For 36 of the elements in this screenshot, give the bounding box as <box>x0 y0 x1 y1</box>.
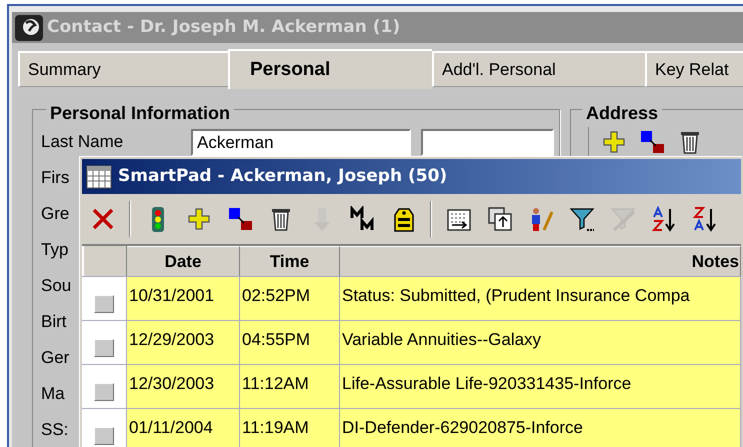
documents-icon <box>486 206 512 232</box>
table-cell: 11:19AM <box>240 409 340 447</box>
sort-descending-icon <box>692 206 718 232</box>
tab[interactable]: Personal <box>228 49 432 89</box>
field-label: SS: <box>41 420 68 439</box>
tab[interactable]: Add'l. Personal <box>432 51 645 87</box>
field-label: Birt <box>41 312 66 331</box>
window-title: Contact - Dr. Joseph M. Ackerman (1) <box>47 16 400 39</box>
row-checkbox[interactable] <box>94 294 114 312</box>
filter-off-icon <box>610 206 636 232</box>
field-label: Ger <box>41 348 70 367</box>
field-label: Ma <box>41 384 65 403</box>
field-label: Last Name <box>41 132 124 151</box>
table-cell: 01/11/2004 <box>127 409 240 447</box>
field-label: Sou <box>41 276 72 295</box>
window-title: SmartPad - Ackerman, Joseph (50) <box>118 164 448 188</box>
table-cell: DI-Defender-629020875-Inforce <box>340 409 741 447</box>
plus-icon <box>601 129 627 155</box>
row-checkbox[interactable] <box>94 426 114 444</box>
grid-icon <box>86 164 112 188</box>
row-checkbox[interactable] <box>94 382 114 400</box>
field-label: Gre <box>41 204 70 223</box>
tab[interactable]: Key Relat <box>645 51 743 87</box>
row-checkbox[interactable] <box>94 338 114 356</box>
filter-icon <box>568 206 594 232</box>
plus-icon <box>186 206 212 232</box>
squares-icon <box>226 206 252 232</box>
field-label: Typ <box>41 240 68 259</box>
squares-icon <box>639 129 665 155</box>
merge-icon <box>350 206 376 232</box>
input-field[interactable] <box>421 128 554 156</box>
field-label: Firs <box>41 168 70 187</box>
contact-icon <box>14 14 44 42</box>
input-field[interactable]: Ackerman <box>191 128 411 156</box>
tab[interactable]: Summary <box>18 51 228 87</box>
sort-ascending-icon <box>650 206 676 232</box>
